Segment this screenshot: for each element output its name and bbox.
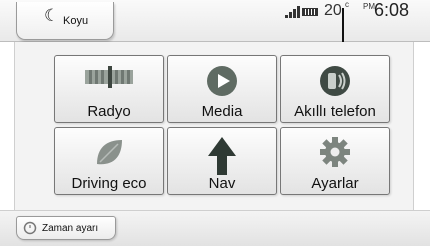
settings-gear-icon: [319, 136, 351, 173]
radio-icon: [81, 64, 137, 99]
tile-nav[interactable]: Nav: [167, 127, 277, 195]
theme-tab-koyu[interactable]: ☾ Koyu: [16, 2, 114, 40]
tile-media[interactable]: Media: [167, 55, 277, 123]
smartphone-icon: [318, 64, 352, 103]
clock-time: 6:08: [374, 0, 410, 20]
tile-label: Radyo: [87, 103, 131, 120]
tile-label: Ayarlar: [311, 175, 359, 192]
bottom-bar: Zaman ayarı: [0, 210, 430, 246]
tile-label: Akıllı telefon: [294, 103, 376, 120]
clock-icon: [23, 221, 37, 240]
time-settings-label: Zaman ayarı: [42, 223, 99, 234]
theme-tab-label: Koyu: [63, 15, 89, 27]
tile-driving-eco[interactable]: Driving eco: [54, 127, 164, 195]
tile-ayarlar[interactable]: Ayarlar: [280, 127, 390, 195]
head-unit-screen: ☾ Koyu 20 c PM 6:08 Radyo Media Akıllı t…: [0, 0, 430, 246]
tile-label: Nav: [208, 175, 236, 192]
tile-radyo[interactable]: Radyo: [54, 55, 164, 123]
time-settings-button[interactable]: Zaman ayarı: [16, 216, 116, 240]
tile-label: Media: [201, 103, 243, 120]
tile-label: Driving eco: [71, 175, 147, 192]
temperature-unit: c: [345, 0, 349, 9]
tile-akilli-telefon[interactable]: Akıllı telefon: [280, 55, 390, 123]
eco-leaf-icon: [92, 136, 126, 175]
battery-icon: [302, 8, 318, 16]
signal-strength-icon: [285, 6, 301, 18]
temperature-value: 20: [324, 2, 342, 19]
media-play-icon: [205, 64, 239, 103]
top-status-bar: ☾ Koyu 20 c PM 6:08: [0, 0, 430, 42]
moon-icon: ☾: [44, 6, 60, 25]
